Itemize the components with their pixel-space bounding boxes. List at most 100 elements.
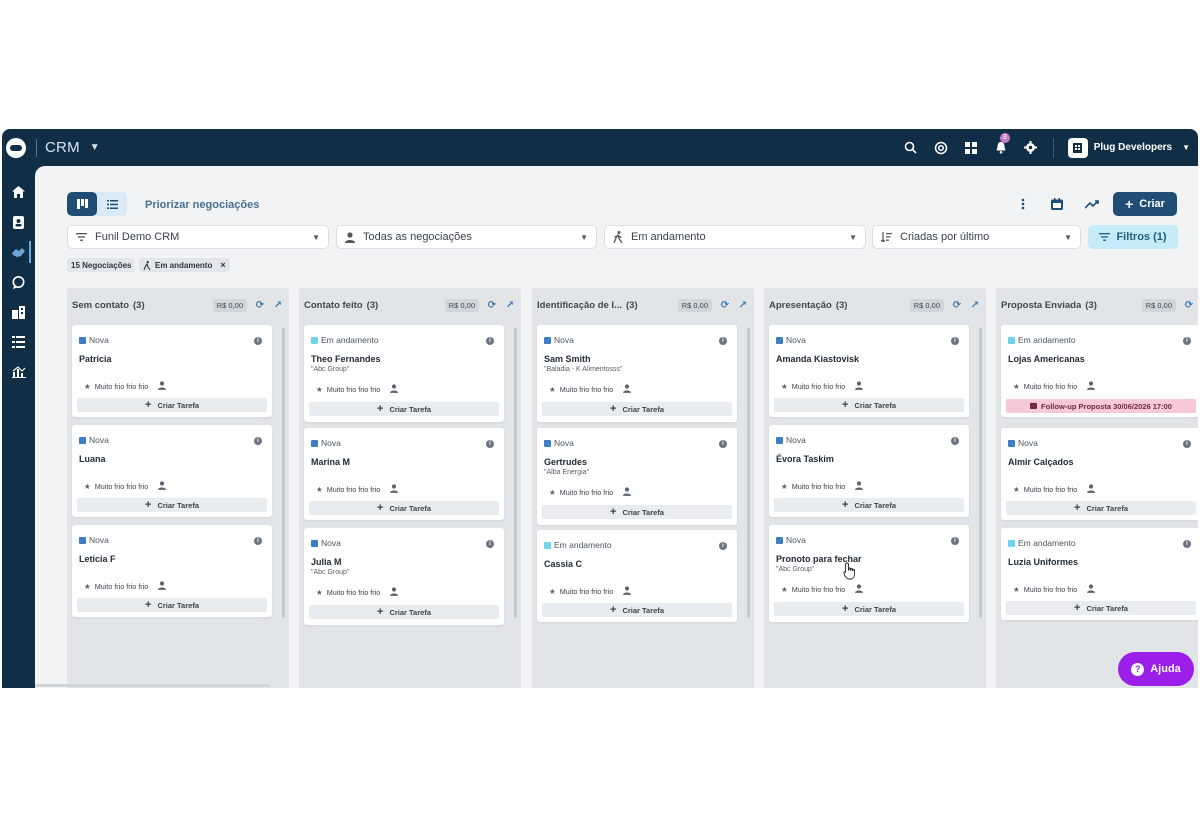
deal-name[interactable]: Luzia Uniformes: [1008, 557, 1078, 567]
trend-icon[interactable]: ↗: [970, 300, 980, 311]
sort-select[interactable]: Criadas por último ▼: [872, 225, 1081, 249]
create-task-button[interactable]: + Criar Tarefa: [309, 501, 499, 515]
trend-icon[interactable]: ↗: [505, 300, 515, 311]
person-icon[interactable]: [1087, 381, 1096, 392]
gear-icon[interactable]: [1023, 140, 1039, 156]
refresh-icon[interactable]: ⟳: [487, 300, 497, 311]
deal-card[interactable]: Nova i Gertrudes "Alba Energia" ★ Muito frio …: [537, 428, 737, 525]
create-task-button[interactable]: + Criar Tarefa: [77, 398, 267, 412]
person-icon[interactable]: [390, 484, 399, 495]
app-logo-icon[interactable]: [6, 137, 26, 158]
close-icon[interactable]: ×: [220, 260, 225, 270]
info-icon[interactable]: i: [719, 440, 727, 448]
person-icon[interactable]: [623, 586, 632, 597]
deal-name[interactable]: Patricia: [79, 354, 112, 364]
deal-card[interactable]: Nova i Pronoto para fechar "Abc Group" ★ Muit…: [769, 525, 969, 622]
person-icon[interactable]: [158, 581, 167, 592]
list-view-button[interactable]: [97, 192, 127, 216]
deal-card[interactable]: Nova i Sam Smith "Baladia - K Alimentosss" ★…: [537, 325, 737, 422]
support-icon[interactable]: [933, 140, 949, 156]
person-icon[interactable]: [623, 487, 632, 498]
contacts-icon[interactable]: [2, 207, 35, 237]
deal-name[interactable]: Luana: [79, 454, 106, 464]
deal-card[interactable]: Nova i Amanda Kiastovisk ★ Muito frio frio f…: [769, 325, 969, 417]
prioritize-deals-link[interactable]: Priorizar negociações: [145, 199, 259, 211]
deal-card[interactable]: Em andamento i Theo Fernandes "Abc Group" ★ M…: [304, 325, 504, 422]
person-icon[interactable]: [158, 381, 167, 392]
info-icon[interactable]: i: [486, 540, 494, 548]
info-icon[interactable]: i: [254, 337, 262, 345]
info-icon[interactable]: i: [719, 337, 727, 345]
create-task-button[interactable]: + Criar Tarefa: [774, 602, 964, 616]
deal-name[interactable]: Theo Fernandes: [311, 354, 381, 364]
deal-name[interactable]: Marina M: [311, 457, 350, 467]
help-button[interactable]: ? Ajuda: [1118, 652, 1194, 686]
apps-grid-icon[interactable]: [963, 140, 979, 156]
refresh-icon[interactable]: ⟳: [255, 300, 265, 311]
deal-card[interactable]: Nova i Évora Taskim ★ Muito frio frio frio + C…: [769, 425, 969, 517]
info-icon[interactable]: i: [951, 437, 959, 445]
create-task-button[interactable]: + Criar Tarefa: [542, 505, 732, 519]
deals-owner-select[interactable]: Todas as negociações ▼: [336, 225, 597, 249]
trend-icon[interactable]: [1083, 195, 1101, 213]
deal-card[interactable]: Em andamento i Cassia C ★ Muito frio frio fr…: [537, 530, 737, 622]
deal-name[interactable]: Almir Calçados: [1008, 457, 1074, 467]
chat-icon[interactable]: [2, 267, 35, 297]
info-icon[interactable]: i: [951, 337, 959, 345]
deal-card[interactable]: Em andamento i Luzia Uniformes ★ Muito frio …: [1001, 528, 1198, 620]
info-icon[interactable]: i: [1183, 337, 1191, 345]
search-icon[interactable]: [903, 140, 919, 156]
person-icon[interactable]: [1087, 584, 1096, 595]
person-icon[interactable]: [855, 481, 864, 492]
deal-name[interactable]: Sam Smith: [544, 354, 591, 364]
info-icon[interactable]: i: [254, 537, 262, 545]
create-task-button[interactable]: + Criar Tarefa: [1006, 601, 1196, 615]
funnel-select[interactable]: Funil Demo CRM ▼: [67, 225, 329, 249]
calendar-icon[interactable]: [1048, 195, 1066, 213]
create-task-button[interactable]: + Criar Tarefa: [309, 402, 499, 416]
deal-name[interactable]: Gertrudes: [544, 457, 587, 467]
create-task-button[interactable]: + Criar Tarefa: [309, 605, 499, 619]
create-button[interactable]: + Criar: [1113, 192, 1177, 216]
horizontal-scrollbar[interactable]: [35, 684, 270, 687]
filters-button[interactable]: Filtros (1): [1088, 225, 1178, 249]
info-icon[interactable]: i: [719, 542, 727, 550]
create-task-button[interactable]: + Criar Tarefa: [77, 598, 267, 612]
status-select[interactable]: Em andamento ▼: [604, 225, 866, 249]
deal-name[interactable]: Amanda Kiastovisk: [776, 354, 859, 364]
deal-name[interactable]: Évora Taskim: [776, 454, 834, 464]
info-icon[interactable]: i: [486, 337, 494, 345]
info-icon[interactable]: i: [1183, 440, 1191, 448]
org-switcher[interactable]: Plug Developers ▼: [1067, 137, 1190, 158]
info-icon[interactable]: i: [486, 440, 494, 448]
deal-name[interactable]: Leticia F: [79, 554, 116, 564]
kanban-view-button[interactable]: [67, 192, 97, 216]
person-icon[interactable]: [855, 381, 864, 392]
deal-card[interactable]: Nova i Julia M "Abc Group" ★ Muito frio frio …: [304, 528, 504, 625]
person-icon[interactable]: [855, 584, 864, 595]
info-icon[interactable]: i: [1183, 540, 1191, 548]
deal-card[interactable]: Nova i Luana ★ Muito frio frio frio + Criar Ta…: [72, 425, 272, 517]
deal-card[interactable]: Nova i Almir Calçados ★ Muito frio frio frio…: [1001, 428, 1198, 520]
tasks-icon[interactable]: [2, 327, 35, 357]
deal-name[interactable]: Lojas Americanas: [1008, 354, 1085, 364]
trend-icon[interactable]: ↗: [273, 300, 283, 311]
column-scrollbar[interactable]: [747, 328, 750, 618]
deal-name[interactable]: Julia M: [311, 557, 342, 567]
companies-icon[interactable]: [2, 297, 35, 327]
deal-card[interactable]: Em andamento i Lojas Americanas ★ Muito frio…: [1001, 325, 1198, 417]
column-scrollbar[interactable]: [979, 328, 982, 618]
create-task-button[interactable]: + Criar Tarefa: [774, 398, 964, 412]
trend-icon[interactable]: ↗: [738, 300, 748, 311]
create-task-button[interactable]: + Criar Tarefa: [774, 498, 964, 512]
reports-icon[interactable]: [2, 357, 35, 387]
person-icon[interactable]: [1087, 484, 1096, 495]
info-icon[interactable]: i: [951, 537, 959, 545]
refresh-icon[interactable]: ⟳: [952, 300, 962, 311]
home-icon[interactable]: [2, 177, 35, 207]
column-scrollbar[interactable]: [514, 328, 517, 618]
refresh-icon[interactable]: ⟳: [1184, 300, 1194, 311]
person-icon[interactable]: [390, 587, 399, 598]
deal-card[interactable]: Nova i Marina M ★ Muito frio frio frio + Criar…: [304, 428, 504, 520]
info-icon[interactable]: i: [254, 437, 262, 445]
